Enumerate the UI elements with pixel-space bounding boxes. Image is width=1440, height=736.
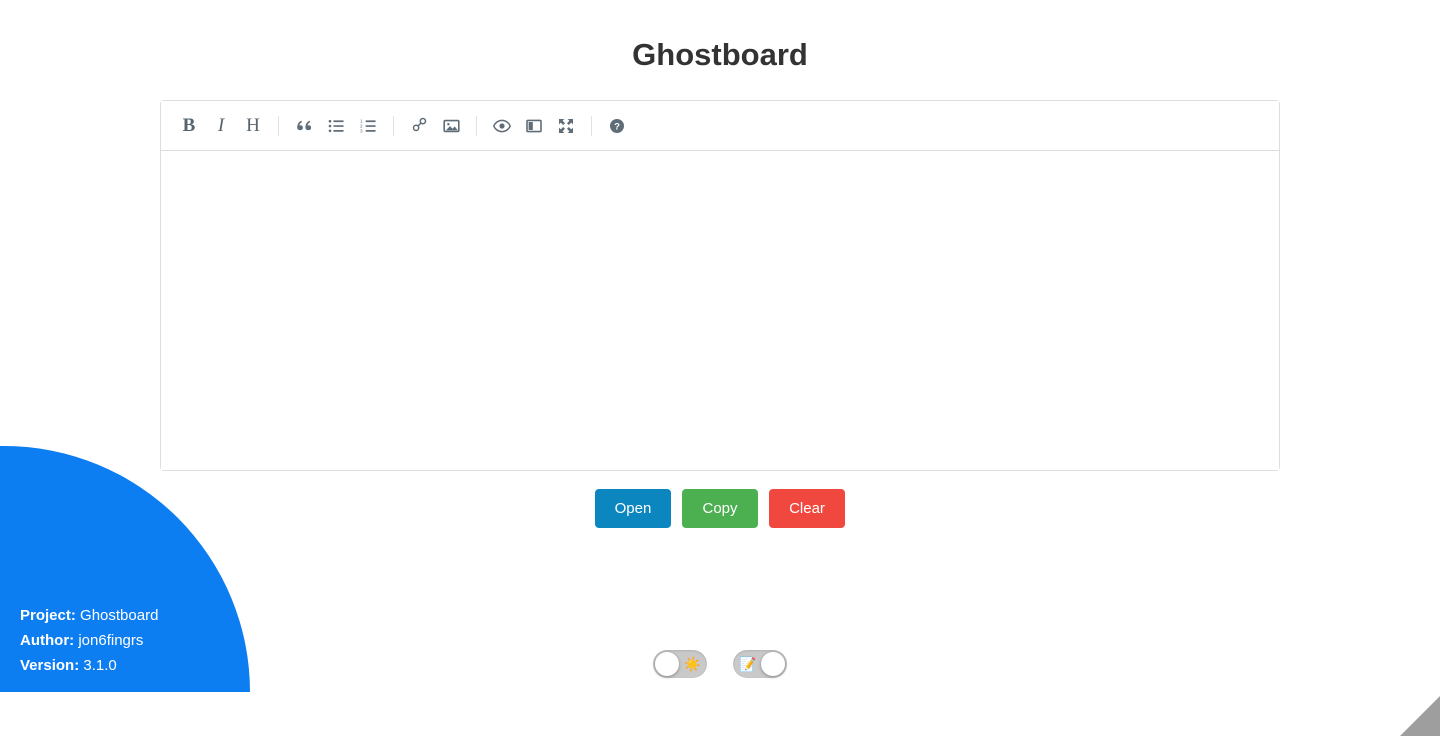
svg-text:3: 3 [360,128,363,133]
copy-button[interactable]: Copy [682,489,758,528]
author-row: Author: jon6fingrs [20,628,158,653]
editor-mode-toggle[interactable]: 📝 [733,650,787,678]
resize-grabber-triangle [1400,696,1440,736]
editor-text-area[interactable] [161,151,1279,470]
action-button-row: Open Copy Clear [0,489,1440,528]
editor-toolbar: B I H 1 2 3 ? [161,101,1279,151]
italic-icon[interactable]: I [206,111,236,141]
open-button[interactable]: Open [595,489,671,528]
clear-button[interactable]: Clear [769,489,845,528]
preview-icon[interactable] [487,111,517,141]
bold-icon-glyph: B [182,115,196,136]
version-value: 3.1.0 [83,657,117,674]
fullscreen-icon[interactable] [551,111,581,141]
ordered-list-icon[interactable]: 1 2 3 [353,111,383,141]
version-label: Version: [20,657,80,674]
sun-icon: ☀️ [683,656,701,672]
image-icon[interactable] [436,111,466,141]
project-info-lines: Project: Ghostboard Author: jon6fingrs V… [20,603,158,678]
toolbar-separator [591,115,592,136]
link-icon[interactable] [404,111,434,141]
author-label: Author: [20,632,75,649]
editor-mode-toggle-knob[interactable] [761,652,785,676]
project-label: Project: [20,607,76,624]
quote-icon[interactable] [289,111,319,141]
version-row: Version: 3.1.0 [20,653,158,678]
project-value: Ghostboard [80,607,159,624]
page-title: Ghostboard [632,37,808,72]
svg-text:?: ? [614,121,620,132]
side-by-side-icon[interactable] [519,111,549,141]
heading-icon[interactable]: H [238,111,268,141]
bold-icon[interactable]: B [174,111,204,141]
project-row: Project: Ghostboard [20,603,158,628]
memo-icon: 📝 [739,656,757,672]
toolbar-separator [393,115,394,136]
theme-toggle-knob[interactable] [655,652,679,676]
resize-grabber[interactable] [1400,696,1440,736]
author-value: jon6fingrs [78,632,144,649]
help-icon[interactable]: ? [602,111,632,141]
theme-toggle[interactable]: ☀️ [653,650,707,678]
toolbar-separator [476,115,477,136]
toolbar-separator [278,115,279,136]
heading-icon-glyph: H [246,115,260,136]
unordered-list-icon[interactable] [321,111,351,141]
italic-icon-glyph: I [217,115,225,136]
markdown-editor-container: B I H 1 2 3 ? [160,100,1280,471]
project-info-badge: Project: Ghostboard Author: jon6fingrs V… [0,446,250,692]
